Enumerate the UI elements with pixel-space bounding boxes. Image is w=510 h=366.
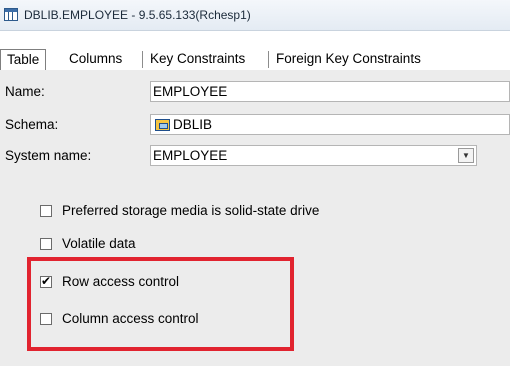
window-title: DBLIB.EMPLOYEE - 9.5.65.133(Rchesp1) bbox=[24, 8, 251, 22]
system-name-select[interactable]: EMPLOYEE ▼ bbox=[150, 145, 477, 166]
tab-table[interactable]: Table bbox=[0, 49, 47, 70]
checkbox[interactable] bbox=[40, 205, 52, 217]
schema-icon bbox=[155, 119, 170, 131]
highlight-annotation bbox=[27, 257, 294, 351]
window-titlebar: DBLIB.EMPLOYEE - 9.5.65.133(Rchesp1) bbox=[0, 0, 510, 31]
tab-columns[interactable]: Columns bbox=[63, 49, 128, 70]
tab-bar: Table Columns Key Constraints Foreign Ke… bbox=[0, 49, 510, 70]
tab-foreign-key-constraints[interactable]: Foreign Key Constraints bbox=[270, 49, 427, 70]
system-name-value: EMPLOYEE bbox=[153, 148, 228, 163]
schema-value: DBLIB bbox=[173, 117, 213, 132]
option-label: Preferred storage media is solid-state d… bbox=[62, 203, 320, 218]
system-name-label: System name: bbox=[5, 148, 92, 163]
tab-separator bbox=[142, 51, 143, 68]
name-field[interactable]: EMPLOYEE bbox=[150, 81, 510, 102]
name-label: Name: bbox=[5, 84, 45, 99]
tab-key-constraints[interactable]: Key Constraints bbox=[144, 49, 251, 70]
chevron-down-icon[interactable]: ▼ bbox=[458, 148, 474, 163]
table-icon bbox=[4, 8, 18, 21]
schema-field[interactable]: DBLIB bbox=[150, 114, 510, 135]
tab-separator bbox=[268, 51, 269, 68]
schema-label: Schema: bbox=[5, 117, 59, 132]
option-label: Volatile data bbox=[62, 236, 136, 251]
checkbox[interactable] bbox=[40, 238, 52, 250]
